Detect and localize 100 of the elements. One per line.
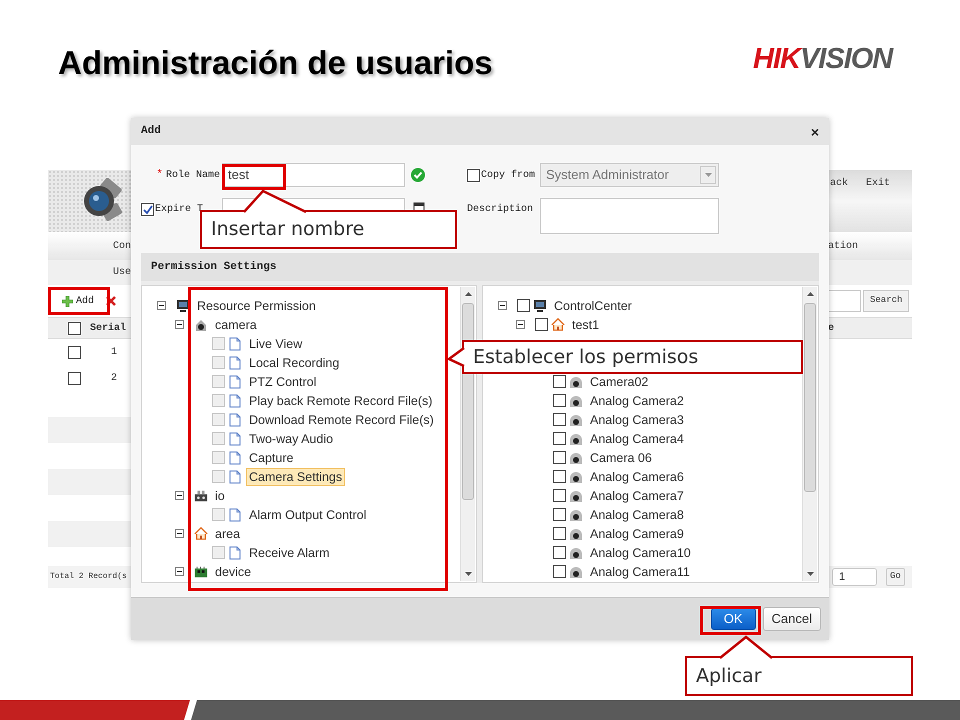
- field-label: Description: [467, 202, 534, 217]
- checkbox[interactable]: [467, 168, 480, 182]
- tree-item[interactable]: device: [212, 562, 254, 580]
- checkbox[interactable]: [141, 203, 154, 216]
- checkbox[interactable]: [68, 322, 81, 334]
- search-field[interactable]: [828, 290, 861, 312]
- tree-item[interactable]: PTZ Control: [246, 372, 320, 390]
- slide-title: Administración de usuarios: [58, 43, 493, 83]
- tree-item[interactable]: Camera Settings: [246, 468, 346, 486]
- checkbox[interactable]: [553, 394, 566, 407]
- delete-icon[interactable]: [106, 296, 116, 306]
- sub-nav-tab[interactable]: Use: [112, 265, 131, 280]
- nav-tab[interactable]: Con: [112, 238, 131, 254]
- document-icon: [229, 450, 241, 464]
- copy-from-select[interactable]: System Administrator: [540, 163, 719, 187]
- tree-item[interactable]: Analog Camera11: [587, 562, 693, 580]
- tree-item[interactable]: Analog Camera6: [587, 468, 687, 486]
- scroll-up-icon[interactable]: [807, 292, 814, 296]
- checkbox[interactable]: [553, 527, 566, 540]
- io-device-icon: [194, 488, 208, 502]
- dome-camera-icon: [569, 374, 583, 388]
- collapse-toggle[interactable]: [175, 529, 184, 538]
- tree-item[interactable]: Play back Remote Record File(s): [246, 392, 436, 410]
- tree-item[interactable]: camera: [212, 316, 260, 334]
- checkbox[interactable]: [553, 489, 566, 502]
- tree-item[interactable]: Two-way Audio: [246, 430, 336, 448]
- header-link[interactable]: ack: [830, 176, 848, 191]
- cancel-button[interactable]: Cancel: [762, 607, 821, 631]
- scrollbar-thumb[interactable]: [804, 303, 816, 492]
- collapse-toggle[interactable]: [175, 567, 184, 576]
- scroll-down-icon[interactable]: [807, 572, 814, 576]
- tree-item[interactable]: io: [212, 486, 228, 504]
- dome-camera-icon: [569, 412, 583, 426]
- role-name-field[interactable]: test: [222, 163, 405, 187]
- camera-icon: [194, 318, 208, 332]
- scroll-up-icon[interactable]: [465, 292, 472, 296]
- tree-item[interactable]: Analog Camera10: [587, 544, 694, 562]
- tree-item[interactable]: Analog Camera8: [587, 506, 687, 524]
- document-icon: [229, 374, 241, 388]
- minus-icon: [159, 303, 164, 308]
- dome-camera-icon: [569, 394, 583, 408]
- checkbox[interactable]: [553, 375, 566, 388]
- tree-item[interactable]: Analog Camera9: [587, 524, 687, 542]
- page-number-field[interactable]: 1: [832, 568, 877, 586]
- document-icon: [229, 394, 241, 408]
- scroll-down-icon[interactable]: [465, 572, 472, 576]
- tree-item[interactable]: Local Recording: [246, 354, 342, 372]
- collapse-toggle[interactable]: [175, 320, 184, 329]
- tree-item[interactable]: test1: [569, 316, 602, 334]
- checkbox[interactable]: [553, 565, 566, 578]
- tree-item[interactable]: area: [212, 524, 244, 542]
- document-icon: [229, 336, 241, 350]
- tree-item[interactable]: Analog Camera2: [587, 392, 687, 410]
- tree-item[interactable]: Capture: [246, 448, 296, 466]
- checkbox[interactable]: [68, 346, 81, 358]
- nav-tab[interactable]: ation: [828, 238, 858, 254]
- tree-item[interactable]: Camera02: [587, 372, 652, 390]
- minus-icon: [177, 322, 182, 327]
- checkbox[interactable]: [553, 451, 566, 464]
- house-icon: [551, 317, 565, 332]
- collapse-toggle[interactable]: [175, 491, 184, 500]
- tree-item[interactable]: Camera 06: [587, 448, 655, 466]
- checkbox[interactable]: [553, 508, 566, 521]
- tree-item[interactable]: ControlCenter: [551, 296, 635, 314]
- search-button[interactable]: Search: [863, 290, 910, 312]
- collapse-toggle[interactable]: [498, 301, 507, 310]
- add-button[interactable]: Add: [62, 294, 94, 308]
- dome-camera-icon: [569, 488, 583, 502]
- dome-camera-icon: [569, 564, 583, 578]
- tree-item[interactable]: Analog Camera3: [587, 410, 687, 428]
- scrollbar[interactable]: [802, 287, 817, 581]
- ok-button[interactable]: OK: [710, 608, 756, 630]
- tree-item[interactable]: Receive Alarm: [246, 544, 333, 562]
- circuit-board-icon: [194, 564, 208, 578]
- checkbox[interactable]: [68, 372, 81, 384]
- tree-item[interactable]: Download Remote Record File(s): [246, 410, 437, 428]
- field-label: Copy from: [481, 168, 536, 182]
- document-icon: [229, 432, 241, 446]
- checkbox[interactable]: [553, 432, 566, 445]
- checkbox[interactable]: [553, 470, 566, 483]
- checkbox[interactable]: [553, 546, 566, 559]
- close-button[interactable]: ×: [810, 124, 819, 138]
- checkbox[interactable]: [535, 318, 548, 331]
- required-marker: *: [156, 168, 163, 183]
- tree-item[interactable]: Analog Camera4: [587, 430, 687, 448]
- header-link[interactable]: Exit: [866, 176, 890, 191]
- collapse-toggle[interactable]: [157, 301, 166, 310]
- tree-item[interactable]: Live View: [246, 334, 306, 352]
- tree-item[interactable]: Alarm Output Control: [246, 506, 370, 524]
- document-icon: [229, 546, 241, 560]
- record-count: Total 2 Record(s: [50, 571, 127, 583]
- tree-item[interactable]: Analog Camera7: [587, 486, 687, 504]
- monitor-icon: [176, 298, 190, 312]
- go-button[interactable]: Go: [886, 568, 905, 586]
- checkbox[interactable]: [553, 413, 566, 426]
- collapse-toggle[interactable]: [516, 320, 525, 329]
- tree-item[interactable]: Resource Permission: [194, 296, 319, 314]
- checkbox[interactable]: [517, 299, 530, 312]
- description-field[interactable]: [540, 198, 719, 234]
- document-icon: [229, 508, 241, 522]
